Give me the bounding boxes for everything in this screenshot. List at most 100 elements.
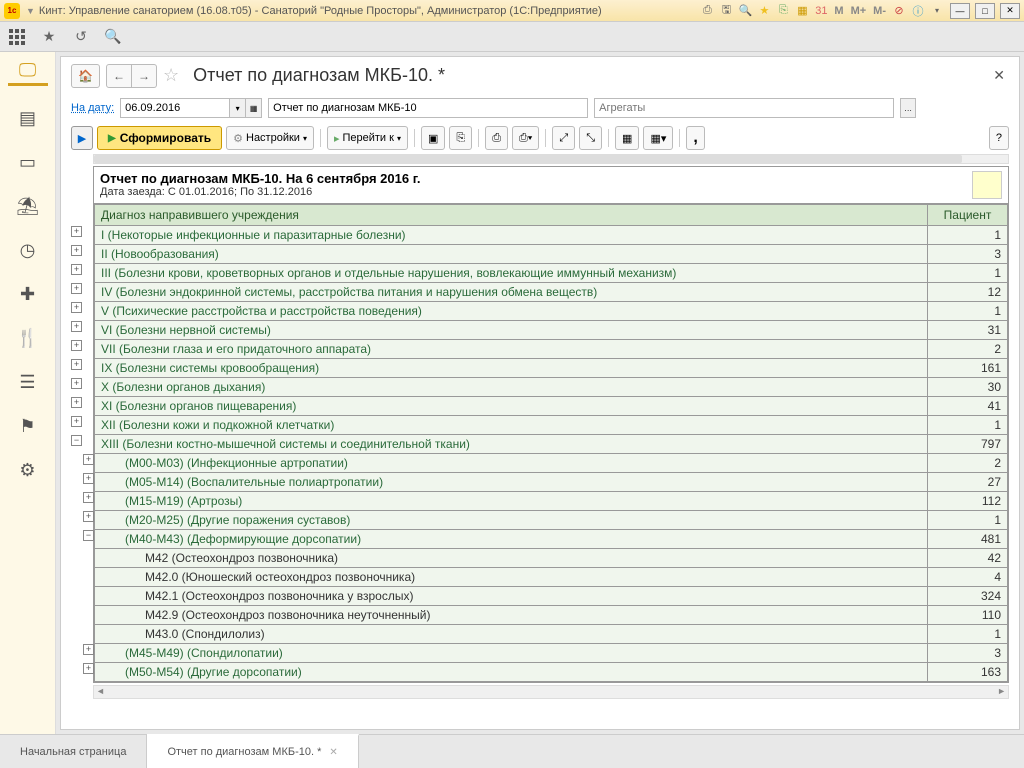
sidebar-card-icon[interactable]: ▭ — [16, 150, 40, 174]
count-cell: 110 — [928, 606, 1008, 625]
search-icon[interactable]: 🔍 — [104, 28, 122, 46]
history-icon[interactable]: ↺ — [72, 28, 90, 46]
help-button[interactable]: ? — [989, 126, 1009, 150]
tree-toggle[interactable]: − — [71, 435, 82, 446]
date-dropdown-button[interactable]: ▾ — [230, 98, 246, 118]
tree-toggle[interactable]: + — [71, 264, 82, 275]
forward-button[interactable]: → — [132, 64, 157, 88]
count-cell: 1 — [928, 625, 1008, 644]
home-button[interactable]: 🏠 — [71, 64, 100, 88]
settings-button[interactable]: ⚙Настройки▾ — [226, 126, 314, 150]
tree-toggle[interactable]: + — [71, 397, 82, 408]
favorite-outline-icon[interactable]: ☆ — [163, 65, 179, 86]
tree-toggle[interactable]: + — [71, 226, 82, 237]
sidebar-settings-icon[interactable]: ⚙ — [16, 458, 40, 482]
count-cell: 481 — [928, 530, 1008, 549]
sidebar-lamp-icon[interactable]: ⛱ — [16, 194, 40, 218]
tree-toggle[interactable]: + — [71, 283, 82, 294]
favorite-icon[interactable]: ★ — [756, 3, 772, 19]
tree-toggle[interactable]: + — [83, 511, 94, 522]
tree-toggle[interactable]: + — [71, 245, 82, 256]
back-button[interactable]: ← — [106, 64, 132, 88]
tree-toggle[interactable]: + — [83, 663, 94, 674]
diagnosis-cell: (M00-M03) (Инфекционные артропатии) — [95, 454, 928, 473]
diagnosis-cell: M42.9 (Остеохондроз позвоночника неуточн… — [95, 606, 928, 625]
sidebar-medical-icon[interactable]: ✚ — [16, 282, 40, 306]
count-cell: 1 — [928, 511, 1008, 530]
star-icon[interactable]: ★ — [40, 28, 58, 46]
tree-toggle[interactable]: + — [83, 644, 94, 655]
window-dropdown-icon[interactable]: ▼ — [26, 6, 35, 16]
diagnosis-cell: (M50-M54) (Другие дорсопатии) — [95, 663, 928, 682]
m-plus-button[interactable]: M+ — [849, 5, 869, 17]
print-icon[interactable]: ⎙ — [699, 3, 715, 19]
tool-btn-7[interactable]: ▦ — [615, 126, 639, 150]
diagnosis-cell: M42.1 (Остеохондроз позвоночника у взрос… — [95, 587, 928, 606]
sidebar-flag-icon[interactable]: ⚑ — [16, 414, 40, 438]
sidebar-storage-icon[interactable]: ☰ — [16, 370, 40, 394]
close-tab-button[interactable]: ✕ — [989, 63, 1009, 88]
generate-button[interactable]: Сформировать — [97, 126, 222, 150]
clear-icon[interactable]: ⊘ — [891, 3, 907, 19]
tool-btn-5[interactable]: ⤢ — [552, 126, 575, 150]
count-cell: 3 — [928, 245, 1008, 264]
aggregates-more-button[interactable]: … — [900, 98, 916, 118]
tool-btn-1[interactable]: ▣ — [421, 126, 445, 150]
maximize-button[interactable]: □ — [975, 3, 995, 19]
tree-toggle[interactable]: + — [71, 359, 82, 370]
date-label[interactable]: На дату: — [71, 102, 114, 114]
tool-btn-3[interactable]: ⎙ — [485, 126, 508, 150]
tool-btn-4[interactable]: ⎙▾ — [512, 126, 539, 150]
tree-toggle[interactable]: + — [83, 454, 94, 465]
run-button[interactable]: ▶ — [71, 126, 93, 150]
tab-home[interactable]: Начальная страница — [0, 735, 147, 768]
tool-btn-9[interactable]: , — [686, 126, 704, 150]
count-cell: 2 — [928, 340, 1008, 359]
tool-btn-8[interactable]: ▦▾ — [643, 126, 673, 150]
date-calendar-button[interactable]: ▦ — [246, 98, 262, 118]
calendar-icon[interactable]: 31 — [813, 3, 829, 19]
save-icon[interactable]: 🖫 — [718, 3, 734, 19]
diagnosis-cell: IV (Болезни эндокринной системы, расстро… — [95, 283, 928, 302]
date-input[interactable] — [120, 98, 230, 118]
diagnosis-cell: VII (Болезни глаза и его придаточного ап… — [95, 340, 928, 359]
sidebar-clock-icon[interactable]: ◷ — [16, 238, 40, 262]
sidebar-food-icon[interactable]: 🍴 — [16, 326, 40, 350]
calc-icon[interactable]: ▦ — [794, 3, 810, 19]
tool-btn-6[interactable]: ⤡ — [579, 126, 602, 150]
report-name-input[interactable] — [268, 98, 588, 118]
close-button[interactable]: ✕ — [1000, 3, 1020, 19]
tree-toggle[interactable]: + — [83, 473, 94, 484]
dropdown-icon[interactable]: ▾ — [929, 3, 945, 19]
sidebar-calendar-icon[interactable]: ▤ — [16, 106, 40, 130]
m-button[interactable]: M — [832, 5, 845, 17]
sidebar-monitor-icon[interactable]: 🖵 — [8, 62, 48, 86]
tree-toggle[interactable]: + — [83, 492, 94, 503]
count-cell: 27 — [928, 473, 1008, 492]
preview-icon[interactable]: 🔍 — [737, 3, 753, 19]
tree-toggle[interactable]: + — [71, 340, 82, 351]
link-icon[interactable]: ⎘ — [775, 3, 791, 19]
diagnosis-cell: (M45-M49) (Спондилопатии) — [95, 644, 928, 663]
m-minus-button[interactable]: M- — [871, 5, 888, 17]
diagnosis-cell: II (Новообразования) — [95, 245, 928, 264]
aggregates-input[interactable] — [594, 98, 894, 118]
diagnosis-cell: M42 (Остеохондроз позвоночника) — [95, 549, 928, 568]
count-cell: 3 — [928, 644, 1008, 663]
tree-toggle[interactable]: + — [71, 321, 82, 332]
tab-report[interactable]: Отчет по диагнозам МКБ-10. *✕ — [147, 734, 358, 768]
info-icon[interactable]: ⓘ — [910, 3, 926, 19]
goto-button[interactable]: ▸Перейти к▾ — [327, 126, 408, 150]
count-cell: 2 — [928, 454, 1008, 473]
apps-icon[interactable] — [8, 28, 26, 46]
tool-btn-2[interactable]: ⎘ — [449, 126, 472, 150]
scrollbar-top[interactable] — [93, 154, 1009, 164]
tree-toggle[interactable]: − — [83, 530, 94, 541]
tree-toggle[interactable]: + — [71, 416, 82, 427]
tree-toggle[interactable]: + — [71, 302, 82, 313]
app-logo: 1c — [4, 3, 20, 19]
minimize-button[interactable]: — — [950, 3, 970, 19]
tab-close-icon[interactable]: ✕ — [329, 747, 337, 758]
tree-toggle[interactable]: + — [71, 378, 82, 389]
scrollbar-horizontal[interactable] — [93, 685, 1009, 699]
